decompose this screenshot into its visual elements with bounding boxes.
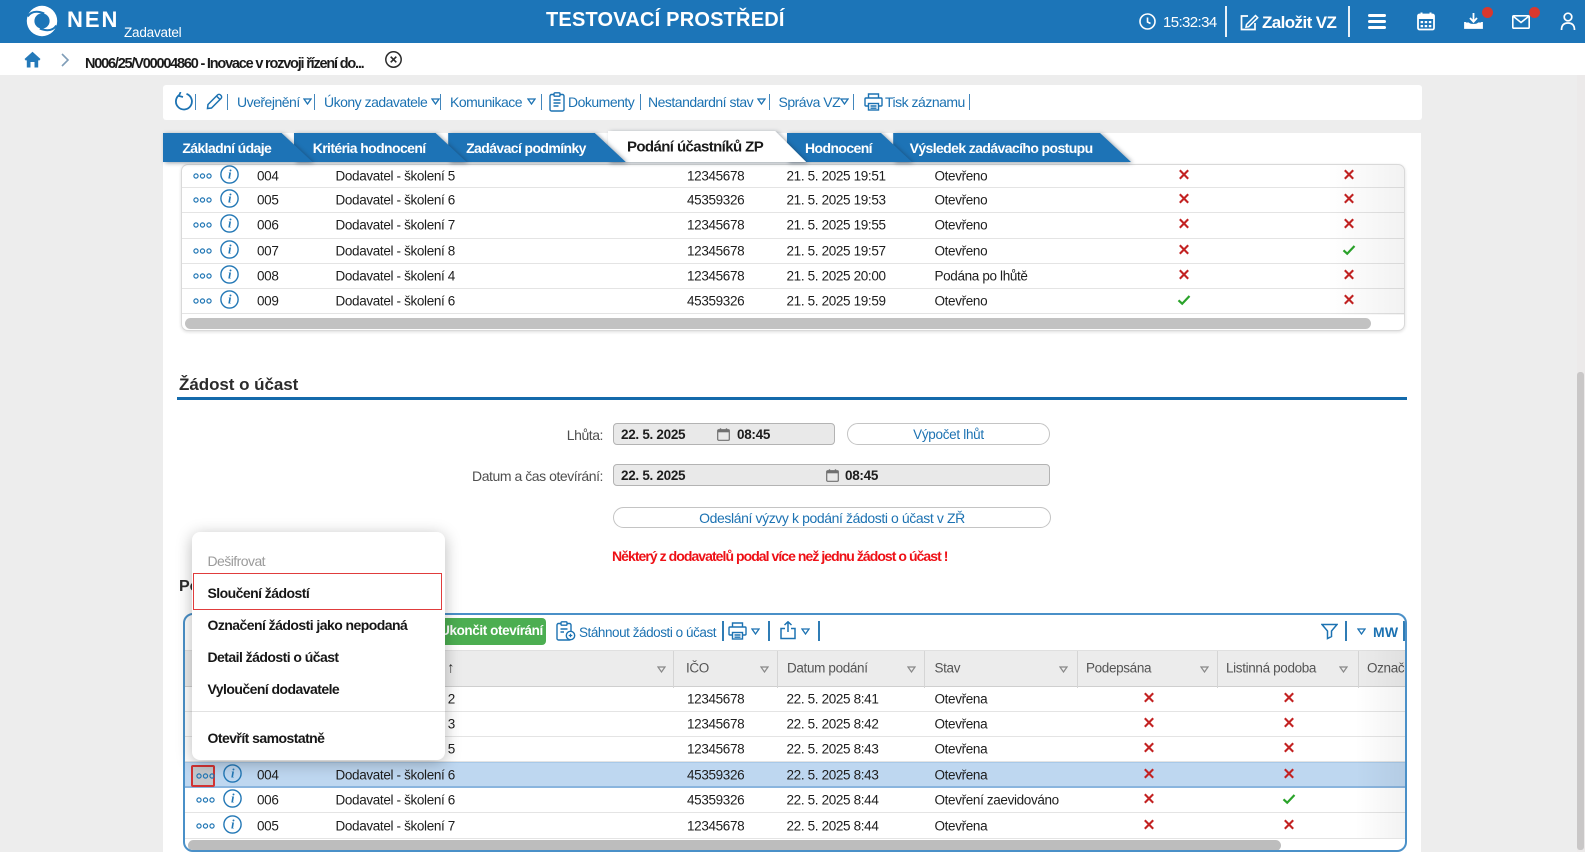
svg-text:i: i xyxy=(227,268,231,282)
svg-text:i: i xyxy=(227,293,231,307)
svg-text:i: i xyxy=(231,817,235,831)
svg-text:i: i xyxy=(227,217,231,231)
svg-text:i: i xyxy=(231,766,235,780)
svg-text:i: i xyxy=(227,192,231,206)
svg-text:i: i xyxy=(231,792,235,806)
svg-text:i: i xyxy=(227,168,231,182)
svg-text:i: i xyxy=(227,242,231,256)
